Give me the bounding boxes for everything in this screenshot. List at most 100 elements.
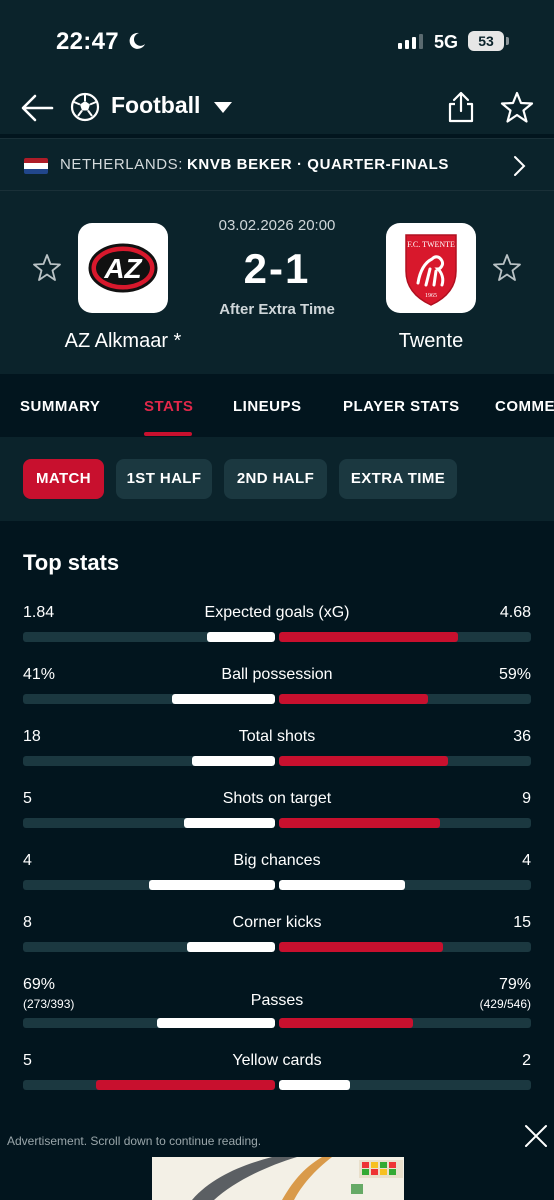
stat-away-value: 15 bbox=[513, 914, 531, 932]
stat-away-value: 9 bbox=[522, 790, 531, 808]
tab-player-stats[interactable]: PLAYER STATS bbox=[343, 398, 460, 415]
stat-away-number: 2 bbox=[522, 1052, 531, 1069]
stat-row: 5 Yellow cards 2 bbox=[0, 1052, 554, 1112]
network-type: 5G bbox=[434, 32, 459, 52]
twente-crest-icon: F.C. TWENTE 1965 bbox=[405, 234, 457, 306]
stat-away-value: 36 bbox=[513, 728, 531, 746]
match-tabs: SUMMARY STATS LINEUPS PLAYER STATS COMME bbox=[0, 374, 554, 436]
tab-lineups[interactable]: LINEUPS bbox=[233, 398, 302, 415]
stat-away-number: 4.68 bbox=[499, 604, 531, 621]
stat-away-number: 9 bbox=[522, 790, 531, 807]
league-country: NETHERLANDS: bbox=[60, 156, 184, 173]
stat-row: 4 Big chances 4 bbox=[0, 852, 554, 912]
stat-away-bar-fill bbox=[279, 694, 428, 704]
period-filters: MATCH 1ST HALF 2ND HALF EXTRA TIME bbox=[0, 437, 554, 521]
stat-away-bar-fill bbox=[279, 1080, 350, 1090]
away-favorite-star-icon[interactable] bbox=[492, 253, 522, 283]
stat-away-bar-fill bbox=[279, 756, 448, 766]
chevron-down-icon[interactable] bbox=[214, 102, 232, 113]
tab-stats[interactable]: STATS bbox=[144, 398, 193, 415]
filter-1st-half[interactable]: 1ST HALF bbox=[116, 459, 212, 499]
chevron-right-icon bbox=[514, 156, 526, 176]
moon-icon bbox=[129, 32, 145, 49]
stat-label: Passes bbox=[250, 992, 304, 1009]
stat-row: 1.84 Expected goals (xG) 4.68 bbox=[0, 604, 554, 664]
battery-icon: 53 bbox=[468, 31, 504, 51]
back-arrow-icon[interactable] bbox=[20, 92, 54, 124]
tab-commentary[interactable]: COMME bbox=[495, 398, 554, 415]
stat-home-bar bbox=[23, 818, 275, 828]
home-team-name[interactable]: AZ Alkmaar * bbox=[38, 330, 208, 353]
stat-home-number: 69% bbox=[23, 976, 56, 993]
stat-home-bar-fill bbox=[206, 632, 275, 642]
away-team-name[interactable]: Twente bbox=[346, 330, 516, 353]
filter-2nd-half[interactable]: 2ND HALF bbox=[224, 459, 327, 499]
stat-away-bar-fill bbox=[279, 880, 405, 890]
stat-label: Yellow cards bbox=[232, 1052, 322, 1069]
stat-away-bar-fill bbox=[279, 818, 441, 828]
advertisement-banner: Advertisement. Scroll down to continue r… bbox=[0, 1120, 554, 1200]
away-team-logo[interactable]: F.C. TWENTE 1965 bbox=[386, 223, 476, 313]
stat-home-bar bbox=[23, 880, 275, 890]
active-tab-indicator bbox=[144, 432, 192, 436]
ad-notice: Advertisement. Scroll down to continue r… bbox=[7, 1134, 262, 1148]
stat-away-number: 4 bbox=[522, 852, 531, 869]
away-logo-year: 1965 bbox=[425, 293, 437, 299]
stat-home-bar bbox=[23, 1018, 275, 1028]
stat-row: 69% (273/393) Passes 79% (429/546) bbox=[0, 976, 554, 1036]
stat-away-bar bbox=[279, 756, 531, 766]
stat-away-number: 15 bbox=[513, 914, 531, 931]
stat-away-bar bbox=[279, 818, 531, 828]
stat-away-bar bbox=[279, 942, 531, 952]
app-header: Football bbox=[0, 84, 554, 134]
stat-label: Shots on target bbox=[222, 790, 332, 807]
stat-home-bar bbox=[23, 694, 275, 704]
league-link[interactable]: NETHERLANDS: KNVB BEKER · QUARTER-FINALS bbox=[0, 138, 554, 190]
stat-away-value: 79% (429/546) bbox=[480, 976, 531, 1011]
battery-tip bbox=[506, 37, 509, 45]
status-bar: 22:47 5G 53 bbox=[0, 0, 554, 84]
stat-away-value: 4.68 bbox=[500, 604, 531, 622]
ad-graphic bbox=[152, 1157, 404, 1200]
stat-away-number: 79% bbox=[498, 976, 531, 993]
status-time: 22:47 bbox=[56, 28, 119, 55]
stat-away-value: 4 bbox=[522, 852, 531, 870]
away-logo-text: F.C. TWENTE bbox=[407, 240, 455, 249]
stat-home-bar bbox=[23, 632, 275, 642]
stat-away-bar bbox=[279, 1080, 531, 1090]
signal-icon bbox=[398, 34, 423, 49]
share-icon[interactable] bbox=[446, 90, 476, 124]
football-icon[interactable] bbox=[70, 92, 100, 122]
league-name: KNVB BEKER · QUARTER-FINALS bbox=[187, 156, 450, 173]
stat-away-detail: (429/546) bbox=[479, 997, 531, 1011]
stat-home-bar-fill bbox=[191, 756, 275, 766]
stat-home-bar-fill bbox=[186, 942, 275, 952]
stat-home-bar bbox=[23, 942, 275, 952]
stat-label: Corner kicks bbox=[232, 914, 322, 931]
stat-row: 8 Corner kicks 15 bbox=[0, 914, 554, 974]
close-icon[interactable] bbox=[524, 1124, 548, 1148]
stat-away-bar bbox=[279, 880, 531, 890]
stat-away-number: 36 bbox=[513, 728, 531, 745]
stat-home-bar-fill bbox=[96, 1080, 275, 1090]
filter-extra-time[interactable]: EXTRA TIME bbox=[339, 459, 457, 499]
stat-away-bar bbox=[279, 694, 531, 704]
match-header: AZ AZ Alkmaar * 03.02.2026 20:00 2-1 Aft… bbox=[0, 190, 554, 374]
tab-summary[interactable]: SUMMARY bbox=[20, 398, 100, 415]
section-title: Top stats bbox=[23, 550, 120, 575]
stat-home-bar bbox=[23, 1080, 275, 1090]
stat-away-value: 59% bbox=[499, 666, 531, 684]
ad-image[interactable] bbox=[152, 1157, 404, 1200]
stat-away-bar bbox=[279, 632, 531, 642]
sport-selector[interactable]: Football bbox=[111, 92, 200, 119]
stat-away-bar-fill bbox=[279, 942, 443, 952]
stat-label: Big chances bbox=[233, 852, 321, 869]
filter-match[interactable]: MATCH bbox=[23, 459, 104, 499]
stat-home-bar-fill bbox=[149, 880, 275, 890]
stat-away-bar-fill bbox=[279, 1018, 413, 1028]
stat-row: 41% Ball possession 59% bbox=[0, 666, 554, 726]
stat-label: Total shots bbox=[238, 728, 316, 745]
stat-home-bar-fill bbox=[156, 1018, 275, 1028]
stat-label: Ball possession bbox=[221, 666, 333, 683]
favorite-star-icon[interactable] bbox=[500, 90, 534, 124]
